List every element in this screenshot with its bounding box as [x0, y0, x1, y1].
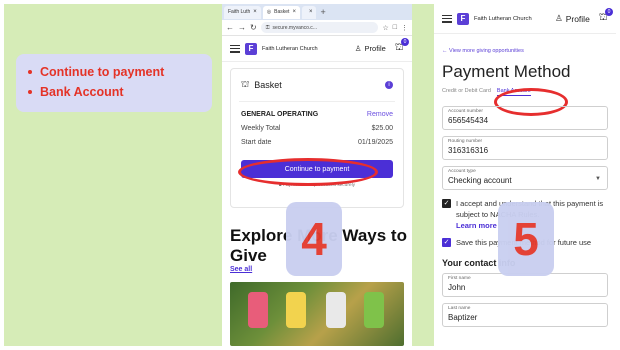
- photo-detail: [364, 292, 384, 328]
- profile-link[interactable]: ♙ Profile: [555, 13, 590, 24]
- weekly-total-value: $25.00: [371, 125, 393, 132]
- site-header: F Faith Lutheran Church ♙ Profile ⛫ 0: [222, 36, 412, 62]
- close-icon[interactable]: ×: [253, 9, 257, 15]
- hamburger-menu-icon[interactable]: [442, 14, 452, 23]
- instruction-item: Bank Account: [28, 82, 200, 102]
- page-title: Payment Method: [442, 62, 571, 81]
- church-logo[interactable]: F: [457, 12, 469, 25]
- star-icon[interactable]: ☆: [382, 24, 388, 32]
- instruction-text: Continue to payment: [40, 65, 165, 79]
- basket-icon: ⛫: [241, 79, 250, 89]
- accept-checkbox[interactable]: ✓: [442, 199, 451, 208]
- browser-tab[interactable]: ×: [301, 5, 317, 19]
- account-type-select[interactable]: Account type Checking account ▼: [442, 166, 608, 190]
- url-field[interactable]: ⚿ secure.myvanco.c...: [260, 22, 379, 33]
- church-name[interactable]: Faith Lutheran Church: [474, 16, 550, 22]
- save-payment-checkbox[interactable]: ✓: [442, 238, 451, 247]
- instruction-text: Bank Account: [40, 85, 124, 99]
- user-icon: ♙: [354, 44, 362, 53]
- profile-link[interactable]: ♙ Profile: [355, 44, 386, 53]
- start-date-row: Start date 01/19/2025: [231, 136, 403, 150]
- church-name[interactable]: Faith Lutheran Church: [262, 46, 350, 52]
- close-icon[interactable]: ×: [309, 9, 313, 15]
- back-arrow-icon[interactable]: ←: [226, 23, 234, 32]
- tutorial-slide: Continue to payment Bank Account Faith L…: [4, 4, 616, 346]
- account-number-field[interactable]: Account number 656545434: [442, 106, 608, 130]
- photo-detail: [248, 292, 268, 328]
- basket-button[interactable]: ⛫ 0: [395, 38, 409, 55]
- browser-tab-strip: Faith Luth × ◎ Basket × × +: [222, 4, 412, 20]
- cart-count-badge: 0: [401, 38, 409, 46]
- bullet-dot-icon: [28, 90, 32, 94]
- basket-screenshot: Faith Luth × ◎ Basket × × + ← → ↻ ⚿ secure.…: [222, 4, 412, 346]
- routing-number-field[interactable]: Routing number 316316316: [442, 136, 608, 160]
- fund-name: GENERAL OPERATING: [241, 111, 319, 118]
- bullet-dot-icon: [28, 70, 32, 74]
- instruction-card: Continue to payment Bank Account: [16, 54, 212, 112]
- new-tab-icon[interactable]: +: [320, 7, 325, 17]
- last-name-field[interactable]: Last name Baptizer: [442, 303, 608, 327]
- remove-link[interactable]: Remove: [367, 108, 393, 122]
- user-icon: ♙: [555, 13, 563, 23]
- basket-heading: ⛫ Basket i: [231, 69, 403, 101]
- address-bar-row: ← → ↻ ⚿ secure.myvanco.c... ☆ □ ⋮: [222, 20, 412, 36]
- extensions-icon[interactable]: □: [393, 24, 397, 31]
- step-number: 5: [498, 202, 554, 276]
- forward-arrow-icon[interactable]: →: [238, 23, 246, 32]
- first-name-field[interactable]: First name John: [442, 273, 608, 297]
- lock-icon: ⚿: [265, 24, 270, 31]
- basket-button[interactable]: ⛫ 0: [599, 8, 613, 25]
- step-number: 4: [286, 202, 342, 276]
- browser-tab[interactable]: Faith Luth ×: [224, 5, 261, 19]
- instruction-item: Continue to payment: [28, 62, 200, 82]
- church-logo[interactable]: F: [245, 42, 257, 55]
- giving-photo: [230, 282, 404, 346]
- fund-row: GENERAL OPERATING Remove: [231, 102, 403, 122]
- globe-icon: ◎: [266, 9, 272, 15]
- highlight-ellipse: [238, 158, 378, 186]
- site-header: F Faith Lutheran Church ♙ Profile ⛫ 0: [434, 4, 616, 34]
- photo-detail: [326, 292, 346, 328]
- back-link[interactable]: ← View more giving opportunities: [434, 34, 616, 54]
- close-icon[interactable]: ×: [292, 9, 296, 15]
- browser-tab[interactable]: ◎ Basket ×: [262, 5, 300, 19]
- info-icon[interactable]: i: [385, 81, 393, 89]
- photo-detail: [286, 292, 306, 328]
- reload-icon[interactable]: ↻: [250, 23, 257, 32]
- back-arrow-icon: ←: [442, 48, 448, 54]
- start-date-value: 01/19/2025: [357, 139, 393, 146]
- payment-screenshot: F Faith Lutheran Church ♙ Profile ⛫ 0 ← …: [434, 4, 616, 346]
- cart-count-badge: 0: [605, 8, 613, 16]
- basket-card: ⛫ Basket i GENERAL OPERATING Remove Week…: [230, 68, 404, 208]
- learn-more-link[interactable]: Learn more: [456, 221, 497, 230]
- see-all-link[interactable]: See all: [230, 266, 252, 273]
- menu-dots-icon[interactable]: ⋮: [401, 24, 408, 32]
- tab-card[interactable]: Credit or Debit Card: [442, 88, 491, 96]
- weekly-total-row: Weekly Total $25.00: [231, 122, 403, 136]
- chevron-down-icon: ▼: [595, 176, 601, 182]
- hamburger-menu-icon[interactable]: [230, 44, 240, 53]
